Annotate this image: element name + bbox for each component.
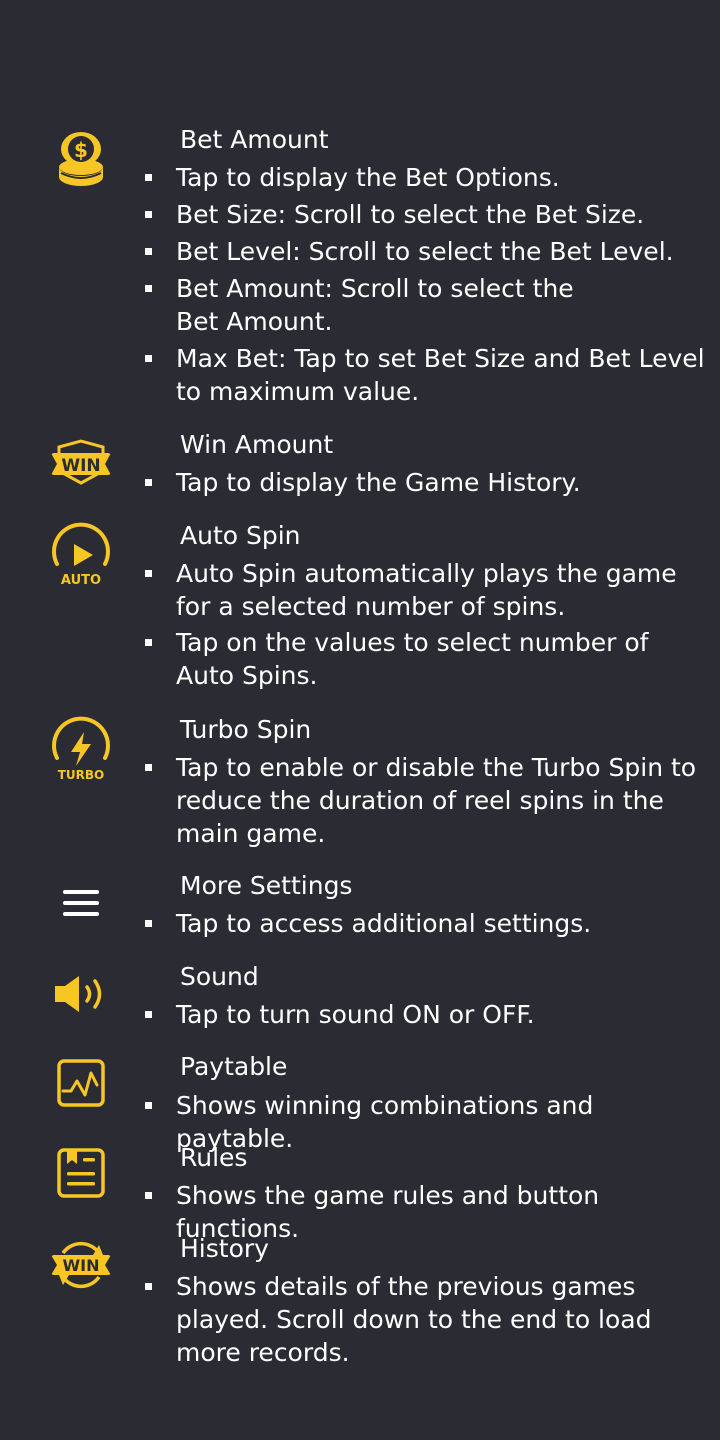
bullet-dot [145,570,152,577]
rules-icon [40,1132,122,1214]
auto-spin-icon: AUTO [40,514,122,596]
svg-text:WIN: WIN [63,1256,100,1275]
section-title: More Settings [180,871,353,900]
help-page: $ Bet Amount Tap to display the Bet Opti… [0,0,720,1440]
bullet-text: Bet Size: Scroll to select the Bet Size. [176,200,645,229]
bullet-dot [145,1011,152,1018]
bullet-dot [145,1102,152,1109]
menu-icon [40,862,122,944]
svg-text:TURBO: TURBO [58,768,105,782]
bullet-dot [145,639,152,646]
bullet-dot [145,174,152,181]
win-badge-icon: WIN [40,424,122,506]
bullet-dot [145,285,152,292]
section-title: Win Amount [180,430,334,459]
bullet-dot [145,355,152,362]
section-title: Paytable [180,1052,288,1081]
bullet-dot [145,248,152,255]
bullet-dot [145,1192,152,1199]
svg-text:AUTO: AUTO [61,573,101,588]
bullet-dot [145,764,152,771]
svg-text:$: $ [74,138,88,162]
bullet-text: Tap to enable or disable the Turbo Spin … [176,753,697,848]
bullet-dot [145,920,152,927]
section-title: Turbo Spin [180,715,312,744]
bullet-dot [145,1283,152,1290]
bullet-text: Bet Amount: Scroll to select the Bet Amo… [176,274,574,336]
section-title: Sound [180,962,259,991]
bullet-text: Shows details of the previous games play… [176,1272,652,1367]
svg-text:WIN: WIN [61,456,100,476]
bullet-text: Max Bet: Tap to set Bet Size and Bet Lev… [176,344,705,406]
bullet-dot [145,479,152,486]
turbo-icon: TURBO [40,708,122,790]
bullet-text: Tap on the values to select number of Au… [176,628,649,690]
speaker-icon [40,953,122,1035]
coins-icon: $ [40,118,122,200]
section-title: Bet Amount [180,125,329,154]
bullet-text: Bet Level: Scroll to select the Bet Leve… [176,237,674,266]
section-title: Auto Spin [180,521,301,550]
section-title: Rules [180,1143,248,1172]
bullet-text: Tap to display the Game History. [176,468,581,497]
bullet-text: Auto Spin automatically plays the game f… [176,559,677,621]
bullet-text: Tap to access additional settings. [176,909,592,938]
paytable-icon [40,1042,122,1124]
section-title: History [180,1234,269,1263]
bullet-dot [145,211,152,218]
bullet-text: Shows winning combinations and paytable. [176,1091,594,1153]
bullet-text: Tap to display the Bet Options. [176,163,560,192]
history-icon: WIN [40,1224,122,1306]
bullet-text: Tap to turn sound ON or OFF. [176,1000,535,1029]
